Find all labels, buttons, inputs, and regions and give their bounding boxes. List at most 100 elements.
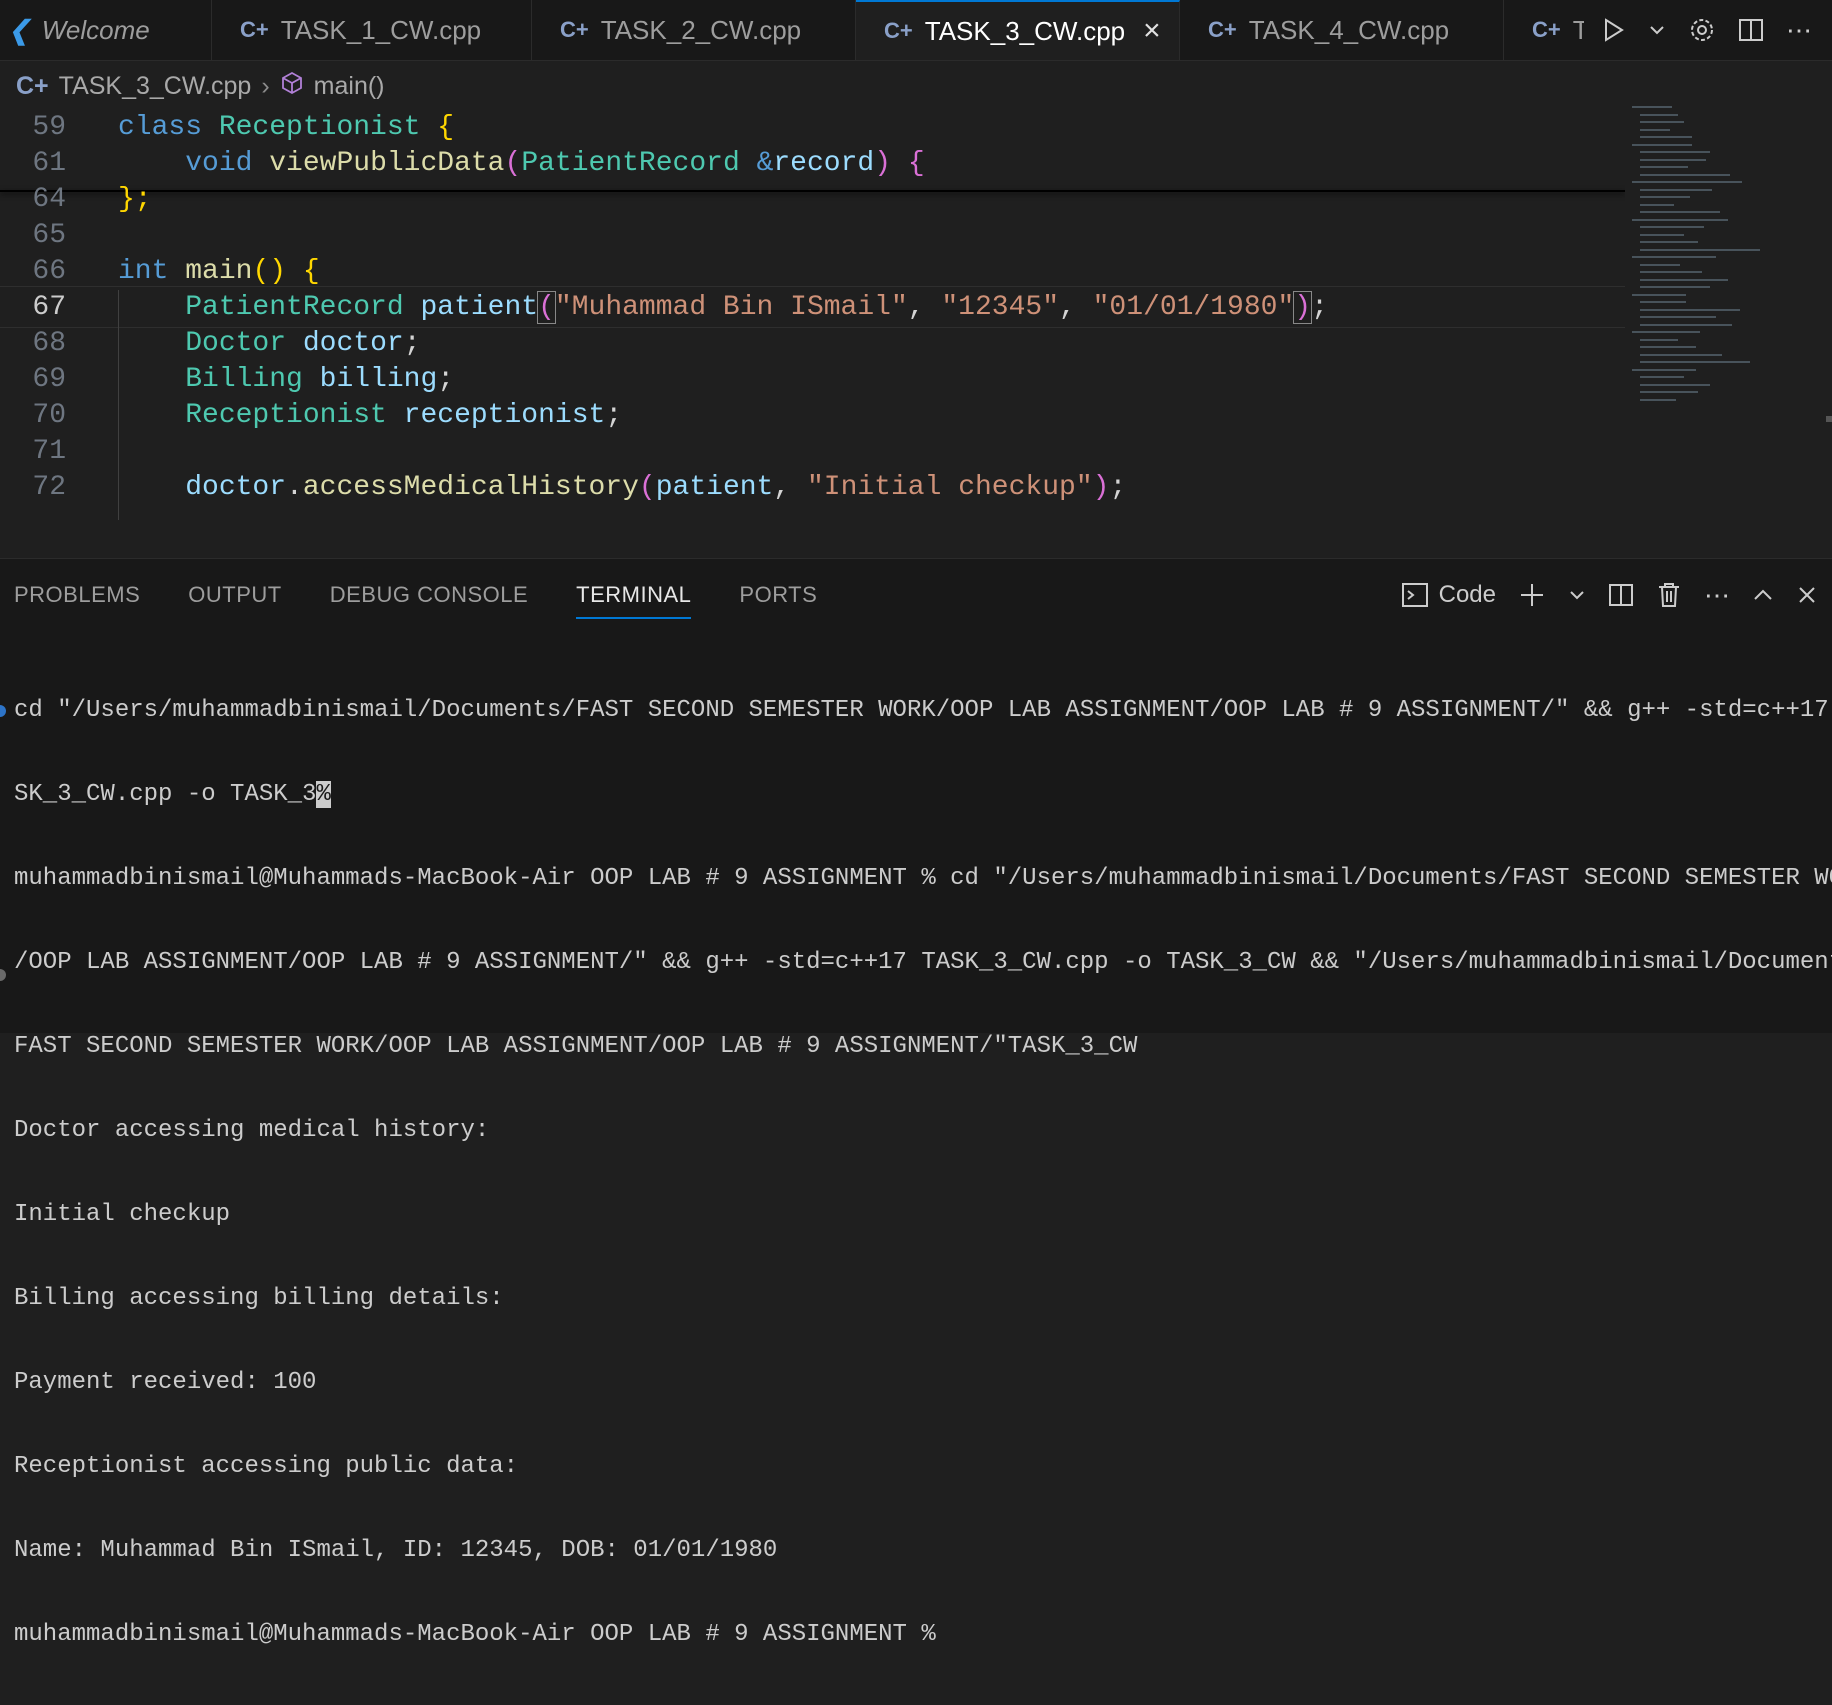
minimap-line [1640, 278, 1728, 281]
line-number: 71 [32, 435, 66, 467]
minimap-line [1640, 248, 1760, 251]
minimap-line [1632, 106, 1672, 108]
minimap-line [1632, 181, 1742, 183]
brace: { [437, 111, 455, 143]
keyword: class [118, 111, 203, 143]
minimap-line [1640, 166, 1688, 168]
tab-welcome[interactable]: ❮ Welcome [0, 0, 212, 60]
terminal-output[interactable]: cd "/Users/muhammadbinismail/Documents/F… [14, 641, 1832, 1705]
chevron-down-icon[interactable] [1568, 586, 1586, 604]
line-number: 69 [32, 363, 66, 395]
terminal-line: muhammadbinismail@Muhammads-MacBook-Air … [14, 865, 1832, 892]
minimap-line [1640, 196, 1690, 198]
minimap-line [1640, 158, 1706, 161]
tab-debug-console[interactable]: DEBUG CONSOLE [330, 559, 528, 631]
terminal-line: FAST SECOND SEMESTER WORK/OOP LAB ASSIGN… [14, 1033, 1138, 1060]
gear-icon[interactable] [1688, 16, 1716, 44]
minimap-line [1640, 226, 1704, 228]
minimap-line [1632, 368, 1696, 371]
terminal-name: Code [1438, 581, 1496, 608]
tab-problems[interactable]: PROBLEMS [14, 559, 140, 631]
close-icon[interactable]: × [1143, 14, 1161, 48]
tab-label: TASK_3_CW.cpp [924, 15, 1126, 46]
minimap-line [1640, 121, 1684, 123]
indent-guide [118, 290, 119, 520]
terminal-line: Doctor accessing medical history: [14, 1117, 490, 1144]
terminal-icon [1401, 583, 1428, 607]
editor-tab-bar: ❮ Welcome C+ TASK_1_CW.cpp C+ TASK_2_CW.… [0, 0, 1832, 61]
minimap-line [1640, 376, 1684, 378]
tab-label: Welcome [41, 14, 150, 45]
cpp-file-icon: C+ [16, 71, 49, 100]
minimap-line [1640, 286, 1710, 288]
split-terminal-icon[interactable] [1608, 582, 1634, 608]
close-panel-icon[interactable] [1796, 584, 1818, 606]
terminal-cursor: % [316, 781, 331, 808]
chevron-up-icon[interactable] [1752, 584, 1774, 606]
bottom-panel: PROBLEMS OUTPUT DEBUG CONSOLE TERMINAL P… [0, 558, 1832, 1648]
minimap-line [1632, 293, 1686, 296]
trash-icon[interactable] [1656, 581, 1682, 609]
tab-terminal[interactable]: TERMINAL [576, 559, 692, 631]
terminal-selector[interactable]: Code [1401, 581, 1496, 609]
minimap-line [1632, 331, 1700, 333]
minimap-line [1640, 308, 1740, 311]
cpp-file-icon: C+ [560, 17, 589, 42]
minimap-line [1640, 398, 1676, 401]
breadcrumb-file[interactable]: TASK_3_CW.cpp [59, 72, 252, 101]
cpp-file-icon: C+ [884, 18, 913, 43]
breadcrumb-symbol[interactable]: main() [314, 72, 385, 101]
minimap-line [1640, 188, 1712, 191]
tab-task-3[interactable]: C+ TASK_3_CW.cpp × [856, 0, 1180, 60]
minimap-line [1640, 316, 1716, 318]
minimap-line [1640, 151, 1710, 153]
minimap-line [1632, 218, 1728, 221]
minimap-line [1640, 346, 1696, 348]
tab-label: TASK_1_CW.cpp [280, 14, 482, 45]
terminal-line: muhammadbinismail@Muhammads-MacBook-Air … [14, 1621, 936, 1648]
tab-output[interactable]: OUTPUT [188, 559, 281, 631]
line-number: 59 [32, 111, 66, 143]
minimap-line [1640, 338, 1678, 341]
more-actions-icon[interactable]: ⋯ [1704, 580, 1730, 611]
line-number: 67 [32, 291, 66, 323]
tab-label: TASK_2_CW.cpp [600, 14, 802, 45]
line-number: 66 [32, 255, 66, 287]
code-editor[interactable]: 59 class Receptionist { 61 void viewPubl… [0, 106, 1625, 558]
terminal-line: Name: Muhammad Bin ISmail, ID: 12345, DO… [14, 1537, 778, 1564]
minimap-line [1640, 128, 1670, 131]
terminal-line: Receptionist accessing public data: [14, 1453, 519, 1480]
split-editor-icon[interactable] [1738, 17, 1764, 43]
run-icon[interactable] [1600, 17, 1626, 43]
minimap[interactable] [1632, 106, 1812, 446]
editor-actions: ⋯ [1584, 0, 1832, 60]
cube-symbol-icon [280, 71, 304, 102]
minimap-line [1640, 301, 1686, 303]
command-decoration-default[interactable] [0, 969, 6, 981]
tab-task-2[interactable]: C+ TASK_2_CW.cpp [532, 0, 856, 60]
command-decoration-success[interactable] [0, 705, 6, 717]
minimap-line [1640, 323, 1732, 326]
code-line-72: 72 doctor.accessMedicalHistory(patient, … [0, 466, 1625, 508]
tab-ports[interactable]: PORTS [739, 559, 817, 631]
terminal-line: cd "/Users/muhammadbinismail/Documents/F… [14, 697, 1832, 724]
chevron-down-icon[interactable] [1648, 21, 1666, 39]
tab-task-4[interactable]: C+ TASK_4_CW.cpp [1180, 0, 1504, 60]
minimap-line [1640, 271, 1702, 273]
more-actions-icon[interactable]: ⋯ [1786, 15, 1812, 46]
minimap-line [1640, 361, 1750, 363]
tab-task-1[interactable]: C+ TASK_1_CW.cpp [212, 0, 532, 60]
chevron-right-icon: › [261, 71, 270, 100]
minimap-line [1632, 143, 1692, 146]
minimap-line [1640, 136, 1692, 138]
function-name: viewPublicData [269, 147, 505, 179]
vscode-logo-icon: ❮ [8, 14, 30, 45]
terminal-line: Initial checkup [14, 1201, 231, 1228]
cpp-file-icon: C+ [240, 17, 269, 42]
panel-actions: Code ⋯ [1401, 559, 1818, 631]
minimap-line [1640, 203, 1674, 206]
cpp-file-icon: C+ [1208, 17, 1237, 42]
terminal-line: Billing accessing billing details: [14, 1285, 504, 1312]
breadcrumb: C+ TASK_3_CW.cpp › main() [0, 60, 1832, 112]
plus-icon[interactable] [1518, 581, 1546, 609]
